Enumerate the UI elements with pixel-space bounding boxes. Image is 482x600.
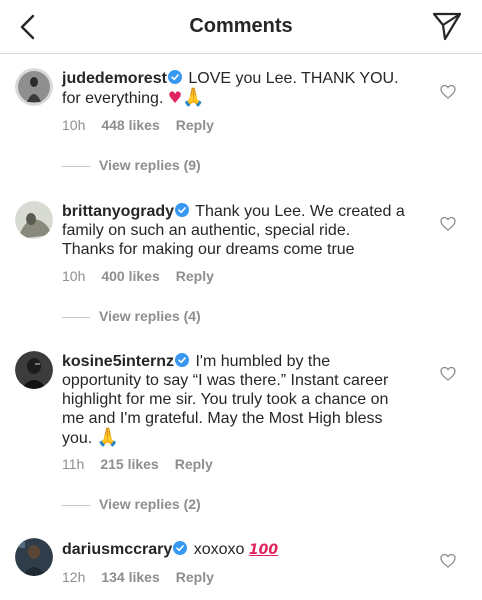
comment-body-line: opportunity to say “I was there.” Instan…: [62, 372, 389, 389]
comment-body-line: you.: [62, 430, 93, 447]
view-replies-label: View replies (9): [99, 157, 201, 173]
comment-meta: 12h 134 likes Reply: [62, 569, 230, 585]
like-button[interactable]: [440, 366, 456, 382]
comment-body-line: I'm humbled by the: [195, 353, 331, 370]
comment-meta: 11h 215 likes Reply: [62, 456, 229, 472]
divider-line: [62, 166, 90, 167]
reply-button[interactable]: Reply: [176, 117, 214, 133]
avatar[interactable]: [15, 538, 53, 576]
divider-line: [62, 505, 90, 506]
comment-time: 12h: [62, 569, 86, 585]
comment-body-line: Thanks for making our dreams come true: [62, 241, 355, 258]
comment-text: kosine5internz I'm humbled by the opport…: [62, 352, 424, 448]
avatar[interactable]: [15, 201, 53, 239]
view-replies-button[interactable]: View replies (2): [62, 496, 262, 516]
comment-time: 10h: [62, 117, 86, 133]
heart-outline-icon: [440, 216, 456, 231]
comment-text: brittanyogrady Thank you Lee. We created…: [62, 202, 424, 259]
comment-body-line: family on such an authentic, special rid…: [62, 222, 351, 239]
heart-outline-icon: [440, 84, 456, 99]
comment-time: 10h: [62, 268, 86, 284]
comment-body-line: for everything.: [62, 90, 164, 107]
comment-body-line: highlight for me sir. You truly took a c…: [62, 391, 389, 408]
comment-username[interactable]: dariusmccrary: [62, 541, 172, 558]
view-replies-button[interactable]: View replies (4): [62, 308, 262, 328]
paper-plane-icon: [432, 12, 462, 41]
comment-body-line: me and I'm grateful. May the Most High b…: [62, 410, 383, 427]
reply-button[interactable]: Reply: [176, 569, 214, 585]
view-replies-button[interactable]: View replies (9): [62, 157, 262, 177]
comment-meta: 10h 448 likes Reply: [62, 117, 230, 133]
comment-text: dariusmccrary xoxoxo 100: [62, 540, 424, 560]
comment-meta: 10h 400 likes Reply: [62, 268, 230, 284]
comment-likes[interactable]: 448 likes: [101, 117, 159, 133]
avatar[interactable]: [15, 68, 53, 106]
comment-username[interactable]: judedemorest: [62, 70, 167, 87]
comment-likes[interactable]: 400 likes: [101, 268, 159, 284]
like-button[interactable]: [440, 553, 456, 569]
view-replies-label: View replies (2): [99, 496, 201, 512]
comment-username[interactable]: kosine5internz: [62, 353, 174, 370]
hundred-points-emoji: 100: [248, 542, 279, 558]
heart-prayer-emoji: ♥🙏: [167, 87, 205, 108]
comment-username[interactable]: brittanyogrady: [62, 203, 174, 220]
page-title: Comments: [189, 15, 293, 37]
comment-body-line: Thank you Lee. We created a: [195, 203, 405, 220]
like-button[interactable]: [440, 216, 456, 232]
prayer-emoji: 🙏: [96, 427, 120, 448]
heart-outline-icon: [440, 553, 456, 568]
header-bar: Comments: [0, 0, 482, 54]
verified-badge-icon: [173, 541, 188, 555]
share-button[interactable]: [432, 11, 462, 41]
comment-text: judedemorest LOVE you Lee. THANK YOU. fo…: [62, 69, 424, 108]
divider-line: [62, 317, 90, 318]
comment-likes[interactable]: 215 likes: [100, 456, 158, 472]
heart-outline-icon: [440, 366, 456, 381]
verified-badge-icon: [167, 70, 182, 84]
verified-badge-icon: [175, 353, 190, 367]
comment-likes[interactable]: 134 likes: [101, 569, 159, 585]
verified-badge-icon: [175, 203, 190, 217]
view-replies-label: View replies (4): [99, 308, 201, 324]
comment-body-line: LOVE you Lee. THANK YOU.: [188, 70, 399, 87]
reply-button[interactable]: Reply: [175, 456, 213, 472]
comment-time: 11h: [62, 456, 85, 472]
avatar[interactable]: [15, 351, 53, 389]
comment-body-line: xoxoxo: [193, 541, 245, 558]
reply-button[interactable]: Reply: [176, 268, 214, 284]
like-button[interactable]: [440, 84, 456, 100]
